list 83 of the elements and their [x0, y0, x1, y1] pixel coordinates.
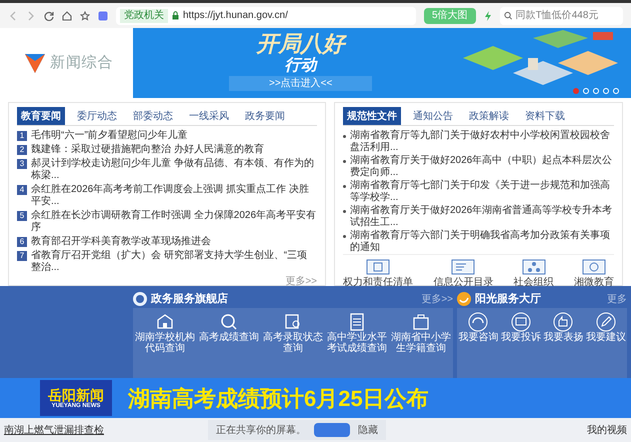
document-link[interactable]: 湖南省教育厅等七部门关于印发《关于进一步规范和加强高等学校学...: [350, 180, 614, 204]
banner-subtitle: 行动: [284, 56, 317, 76]
item-number: 7: [17, 251, 27, 261]
service-link[interactable]: 湖南学校机构代码查询: [135, 332, 195, 354]
service-link[interactable]: 高中学业水平考试成绩查询: [327, 332, 387, 354]
thumbs-up-icon: [553, 312, 574, 332]
service-link[interactable]: 我要表扬: [543, 332, 584, 343]
reload-icon: [44, 10, 54, 20]
bullet-icon: [343, 235, 346, 238]
quick-link[interactable]: 湘微教育: [574, 275, 614, 290]
search-icon: [504, 11, 512, 20]
tab[interactable]: 资料下载: [521, 107, 569, 125]
news-link[interactable]: 佘红胜在2026年高考考前工作调度会上强调 抓实重点工作 决胜平安...: [31, 184, 317, 208]
home-icon: [62, 10, 72, 20]
banner-title: 开局八好: [256, 32, 345, 56]
sun-icon: [457, 292, 471, 306]
network-icon: [522, 259, 546, 275]
search-field[interactable]: 同款T恤低价448元: [500, 6, 623, 24]
bullet-icon: [343, 185, 346, 188]
banner[interactable]: 开局八好 行动 >>点击进入<<: [133, 28, 631, 98]
service-link[interactable]: 高考录取状态查询: [263, 332, 323, 354]
tab[interactable]: 部委动态: [129, 107, 177, 125]
document-link[interactable]: 湖南省教育厅等六部门关于明确我省高考加分政策有关事项的通知: [350, 230, 614, 254]
item-number: 5: [17, 211, 27, 221]
search-icon: [219, 312, 239, 332]
channel-logo-text: 新闻综合: [50, 52, 113, 73]
news-link[interactable]: 郝灵计到学校走访慰问少年儿童 争做有品德、有本领、有作为的栋梁...: [31, 158, 317, 182]
quick-link[interactable]: 社会组织: [514, 275, 554, 290]
service-link[interactable]: 我要投诉: [500, 332, 541, 343]
section-title: 阳光服务大厅: [475, 292, 541, 307]
bullet-icon: [343, 135, 346, 138]
briefcase-icon: [411, 312, 431, 332]
tab[interactable]: 教育要闻: [17, 107, 65, 125]
lightning-icon: [484, 10, 492, 20]
document-link[interactable]: 湖南省教育厅关于做好2026年湖南省普通高等学校专升本考试招生工...: [350, 205, 614, 229]
tab[interactable]: 政策解读: [465, 107, 513, 125]
service-link[interactable]: 湖南省中小学生学籍查询: [391, 332, 451, 354]
ai-icon: [98, 10, 108, 20]
tab[interactable]: 委厅动态: [73, 107, 121, 125]
government-badge: 党政机关: [120, 8, 168, 22]
service-link[interactable]: 我要咨询: [458, 332, 498, 343]
back-icon: [8, 10, 18, 20]
news-link[interactable]: 省教育厅召开党组（扩大）会 研究部署支持大学生创业、“三项整治...: [31, 250, 317, 274]
item-number: 3: [17, 159, 27, 169]
tab[interactable]: 一线采风: [185, 107, 233, 125]
news-link[interactable]: 魏建锋：采取过硬措施靶向整治 办好人民满意的教育: [31, 144, 264, 156]
service-link[interactable]: 高考成绩查询: [199, 332, 259, 343]
catalog-icon: [451, 259, 476, 275]
item-number: 2: [17, 145, 27, 155]
status-link[interactable]: 南湖上燃气泄漏排查检: [4, 422, 104, 438]
document-list-icon: [366, 259, 390, 275]
url-text: https://jyt.hunan.gov.cn/: [183, 9, 288, 23]
tab[interactable]: 政务要闻: [241, 107, 289, 125]
item-number: 1: [17, 131, 27, 141]
item-number: 4: [17, 185, 27, 195]
address-bar[interactable]: 党政机关 https://jyt.hunan.gov.cn/: [116, 6, 416, 24]
news-headline: 湖南高考成绩预计6月25日公布: [128, 384, 429, 412]
document-link[interactable]: 湖南省教育厅等九部门关于做好农村中小学校闲置校园校舍盘活利用...: [350, 130, 614, 154]
station-logo-text: 岳阳新闻: [48, 386, 104, 402]
bullet-icon: [343, 160, 346, 163]
bullet-icon: [343, 210, 346, 213]
message-icon: [510, 312, 531, 332]
star-icon: [80, 10, 90, 20]
document-link[interactable]: 湖南省教育厅关于做好2026年高中（中职）起点本科层次公费定向师...: [350, 155, 614, 179]
chat-icon: [582, 259, 606, 275]
tab[interactable]: 规范性文件: [343, 107, 401, 125]
headset-icon: [468, 312, 488, 332]
hide-button[interactable]: 隐藏: [358, 422, 378, 438]
news-link[interactable]: 毛伟明“六一”前夕看望慰问少年儿童: [31, 130, 188, 142]
service-link[interactable]: 我要建议: [586, 332, 626, 343]
edit-icon: [596, 312, 616, 332]
item-number: 6: [17, 237, 27, 247]
news-link[interactable]: 佘红胜在长沙市调研教育工作时强调 全力保障2026年高考平安有序: [31, 210, 317, 234]
news-link[interactable]: 教育部召开学科美育教学改革现场推进会: [31, 236, 211, 248]
forward-icon: [26, 10, 36, 20]
tab[interactable]: 通知公告: [409, 107, 457, 125]
channel-logo-icon: [24, 52, 46, 74]
stop-sharing-button[interactable]: [314, 423, 350, 437]
emblem-icon: [133, 292, 147, 306]
section-title: 政务服务旗舰店: [151, 292, 228, 307]
share-notice: 正在共享你的屏幕。: [216, 424, 306, 438]
status-text: 我的视频: [587, 424, 627, 438]
lock-icon: [172, 11, 179, 20]
